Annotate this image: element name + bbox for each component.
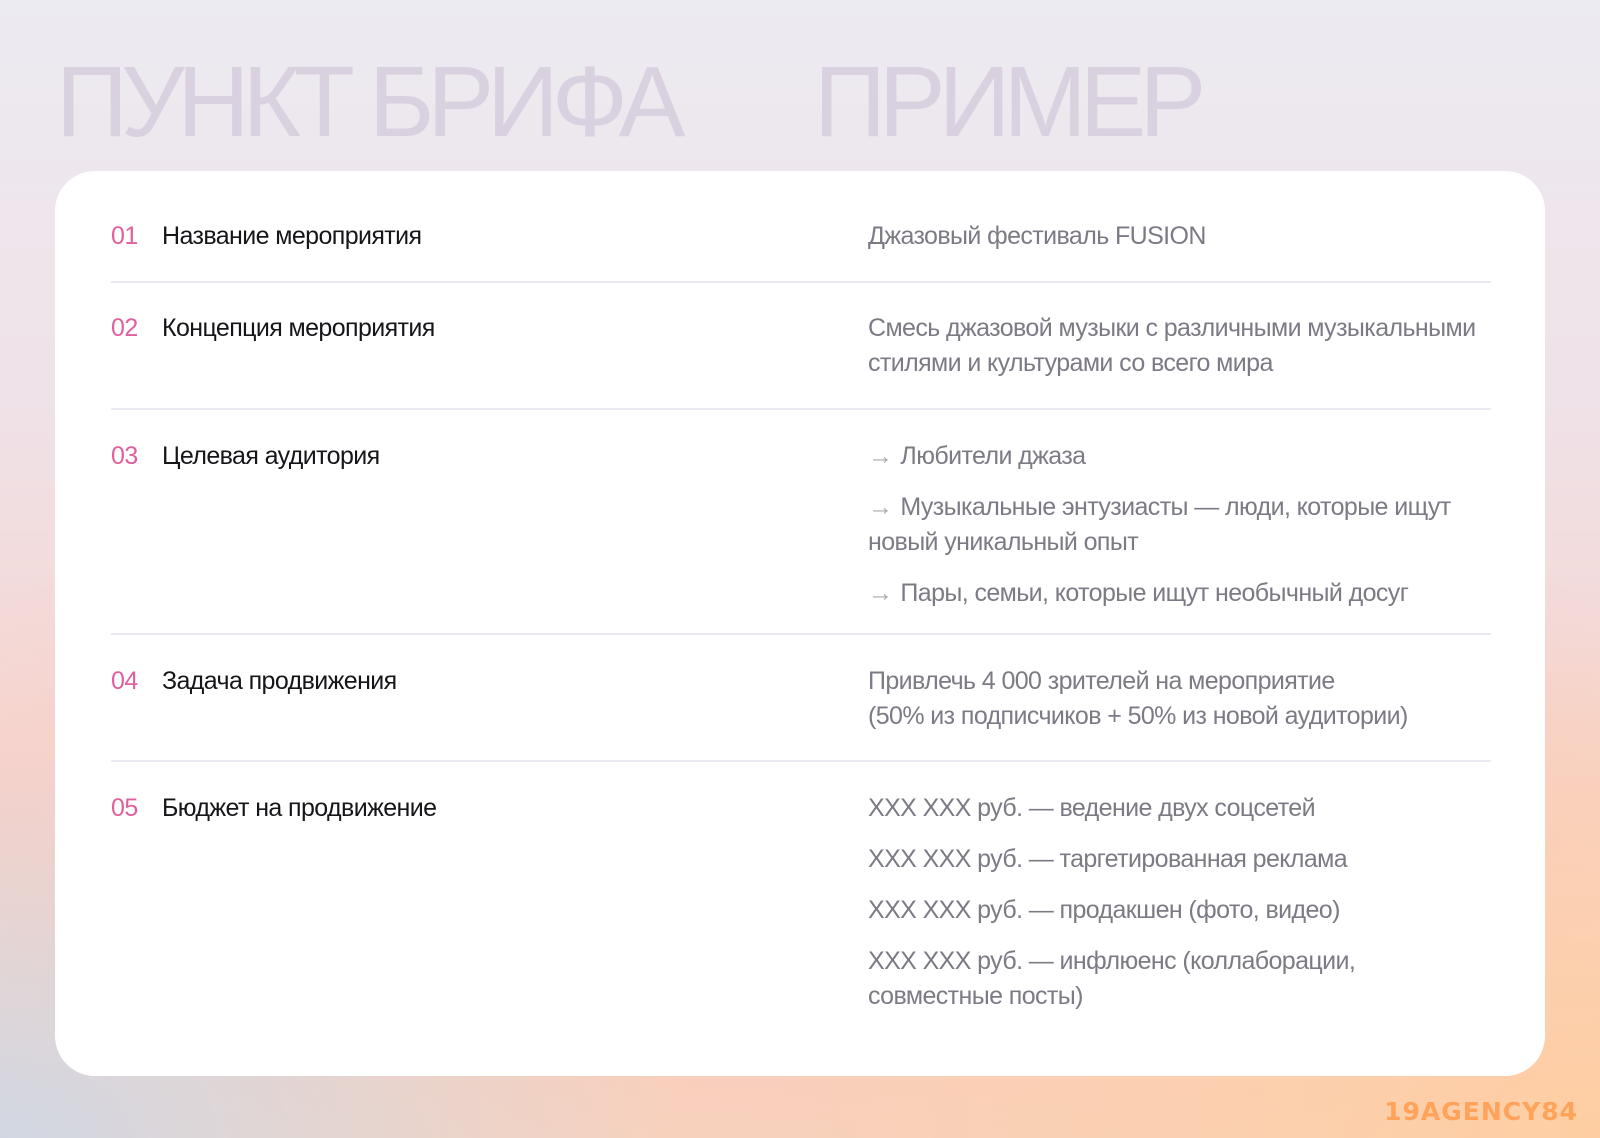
bullet-text: Любители джаза [900, 442, 1086, 470]
brief-row-03: 03 Целевая аудитория → Любители джаза → Му… [111, 439, 1491, 635]
heading-brief-item: ПУНКТ БРИФА [56, 46, 685, 158]
arrow-right-icon: → [868, 493, 893, 521]
brief-row-01: 01 Название мероприятия Джазовый фестива… [111, 219, 1491, 283]
brief-card: 01 Название мероприятия Джазовый фестива… [55, 171, 1545, 1076]
row-number: 02 [111, 314, 138, 342]
value-line: XXX XXX руб. — таргетированная реклама [868, 845, 1348, 873]
value-line: Привлечь 4 000 зрителей на мероприятие [868, 667, 1335, 695]
bullet-item: → Пары, семьи, которые ищут необычный дос… [868, 576, 1508, 611]
row-number: 04 [111, 667, 138, 695]
value-line: (50% из подписчиков + 50% из новой аудит… [868, 702, 1408, 730]
arrow-right-icon: → [868, 442, 893, 470]
bullet-text: Пары, семьи, которые ищут необычный досу… [900, 579, 1409, 607]
bullet-item: → Любители джаза [868, 439, 1508, 474]
value-line: XXX XXX руб. — ведение двух соцсетей [868, 794, 1316, 822]
row-label: Задача продвижения [162, 667, 397, 695]
row-value: Джазовый фестиваль FUSION [868, 219, 1508, 254]
row-value: → Любители джаза → Музыкальные энтузиасты … [868, 439, 1508, 611]
row-number: 03 [111, 442, 138, 470]
row-label: Концепция мероприятия [162, 314, 435, 342]
arrow-right-icon: → [868, 579, 893, 607]
heading-example: ПРИМЕР [814, 46, 1206, 158]
row-number: 05 [111, 794, 138, 822]
row-label: Целевая аудитория [162, 442, 380, 470]
bullet-item: → Музыкальные энтузиасты — люди, которые … [868, 490, 1488, 560]
value-line: Смесь джазовой музыки с различными музык… [868, 314, 1476, 377]
row-value: Смесь джазовой музыки с различными музык… [868, 311, 1508, 381]
row-value: XXX XXX руб. — ведение двух соцсетей XXX… [868, 791, 1508, 1014]
value-line: Джазовый фестиваль FUSION [868, 222, 1206, 250]
value-line: XXX XXX руб. — инфлюенс (коллаборации, с… [868, 947, 1356, 1010]
brief-row-04: 04 Задача продвижения Привлечь 4 000 зри… [111, 664, 1491, 762]
bullet-text: Музыкальные энтузиасты — люди, которые и… [868, 493, 1451, 556]
row-label: Бюджет на продвижение [162, 794, 437, 822]
agency-logo: 19AGENCY84 [1384, 1097, 1578, 1126]
row-number: 01 [111, 222, 138, 250]
brief-row-05: 05 Бюджет на продвижение XXX XXX руб. — … [111, 791, 1491, 1031]
value-line: XXX XXX руб. — продакшен (фото, видео) [868, 896, 1340, 924]
brief-row-02: 02 Концепция мероприятия Смесь джазовой … [111, 311, 1491, 410]
row-value: Привлечь 4 000 зрителей на мероприятие (… [868, 664, 1508, 734]
row-label: Название мероприятия [162, 222, 422, 250]
